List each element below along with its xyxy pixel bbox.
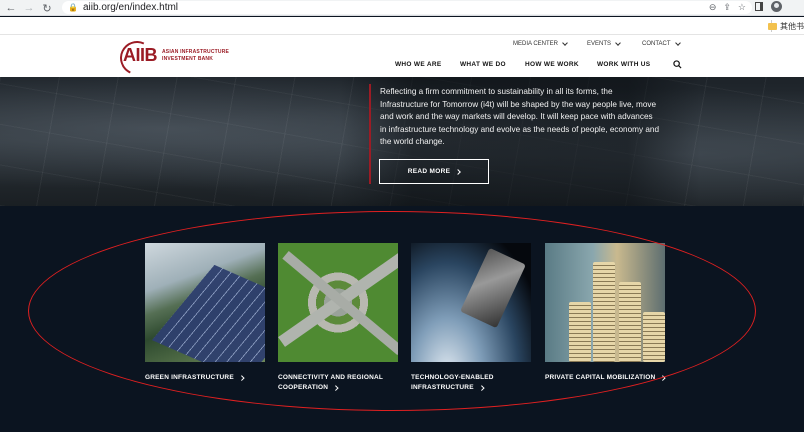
solar-panels-shape — [151, 264, 265, 362]
coin-stack — [643, 312, 665, 362]
coin-stack — [593, 262, 615, 362]
chevron-down-icon — [562, 40, 568, 46]
address-url: aiib.org/en/index.html — [82, 2, 179, 13]
solar-panels-image[interactable] — [145, 243, 265, 362]
read-more-label: READ MORE — [407, 168, 451, 175]
highway-interchange-image[interactable] — [278, 243, 398, 362]
bookmarks-folder-label: 其他书 — [780, 22, 804, 31]
card-label: TECHNOLOGY-ENABLED — [411, 374, 494, 381]
chevron-right-icon — [333, 384, 339, 390]
utility-media-center-label: MEDIA CENTER — [513, 41, 559, 47]
read-more-button[interactable]: READ MORE — [379, 159, 489, 184]
search-icon[interactable] — [673, 60, 682, 69]
site-header: AIIB ASIAN INFRASTRUCTURE INVESTMENT BAN… — [0, 35, 804, 77]
zoom-icon[interactable]: ⊖ — [709, 2, 717, 13]
profile-avatar-icon[interactable] — [771, 1, 782, 12]
browser-toolbar: ← → ↻ 🔒 aiib.org/en/index.html ⊖ ⇪ ☆ — [0, 0, 804, 16]
card-link-technology[interactable]: TECHNOLOGY-ENABLED INFRASTRUCTURE — [411, 373, 494, 393]
utility-contact[interactable]: CONTACT — [642, 40, 681, 47]
card-link-green-infrastructure[interactable]: GREEN INFRASTRUCTURE — [145, 373, 245, 383]
card-label: PRIVATE CAPITAL MOBILIZATION — [545, 374, 656, 381]
nav-work-with-us[interactable]: WORK WITH US — [597, 61, 650, 68]
card-label: GREEN INFRASTRUCTURE — [145, 374, 234, 381]
card-link-connectivity[interactable]: CONNECTIVITY AND REGIONAL COOPERATION — [278, 373, 383, 393]
bookmarks-bar: 其他书 — [0, 17, 804, 35]
aiib-logo[interactable]: AIIB ASIAN INFRASTRUCTURE INVESTMENT BAN… — [123, 45, 229, 66]
card-link-private-capital[interactable]: PRIVATE CAPITAL MOBILIZATION — [545, 373, 666, 383]
card-label-line2: INFRASTRUCTURE — [411, 384, 474, 391]
satellite-shape — [460, 247, 526, 329]
chevron-right-icon — [455, 168, 462, 175]
coin-stack — [569, 302, 591, 362]
focus-areas-section — [0, 206, 804, 432]
hero-accent-bar — [369, 84, 371, 184]
forward-arrow-icon[interactable]: → — [22, 1, 36, 15]
other-bookmarks-folder[interactable]: 其他书 — [768, 21, 804, 32]
chevron-right-icon — [239, 374, 245, 380]
utility-contact-label: CONTACT — [642, 41, 671, 47]
utility-events[interactable]: EVENTS — [587, 40, 621, 47]
utility-media-center[interactable]: MEDIA CENTER — [513, 40, 568, 47]
logo-text-line2: INVESTMENT BANK — [162, 55, 214, 62]
back-arrow-icon[interactable]: ← — [4, 1, 18, 15]
reload-icon[interactable]: ↻ — [40, 1, 54, 15]
chevron-right-icon — [479, 384, 484, 390]
nav-what-we-do[interactable]: WHAT WE DO — [460, 61, 506, 68]
chevron-down-icon — [615, 40, 621, 46]
address-bar[interactable]: 🔒 aiib.org/en/index.html ⊖ ⇪ ☆ — [62, 1, 752, 14]
folder-icon — [768, 23, 777, 30]
logo-text-line1: ASIAN INFRASTRUCTURE — [162, 48, 230, 55]
hero-text: Reflecting a firm commitment to sustaina… — [380, 87, 660, 147]
card-label-line2: COOPERATION — [278, 384, 329, 391]
coin-stack — [619, 282, 641, 362]
coin-stacks-image[interactable] — [545, 243, 665, 362]
lock-icon: 🔒 — [68, 3, 78, 12]
nav-how-we-work[interactable]: HOW WE WORK — [525, 61, 579, 68]
bookmark-star-icon[interactable]: ☆ — [738, 2, 746, 13]
share-icon[interactable]: ⇪ — [723, 2, 731, 13]
side-panel-icon[interactable] — [755, 2, 763, 11]
logo-mark: AIIB — [123, 45, 158, 65]
chevron-right-icon — [660, 374, 666, 380]
satellite-earth-image[interactable] — [411, 243, 531, 362]
chevron-down-icon — [674, 40, 681, 46]
utility-events-label: EVENTS — [587, 41, 612, 47]
card-label: CONNECTIVITY AND REGIONAL — [278, 374, 384, 381]
nav-who-we-are[interactable]: WHO WE ARE — [395, 61, 441, 68]
